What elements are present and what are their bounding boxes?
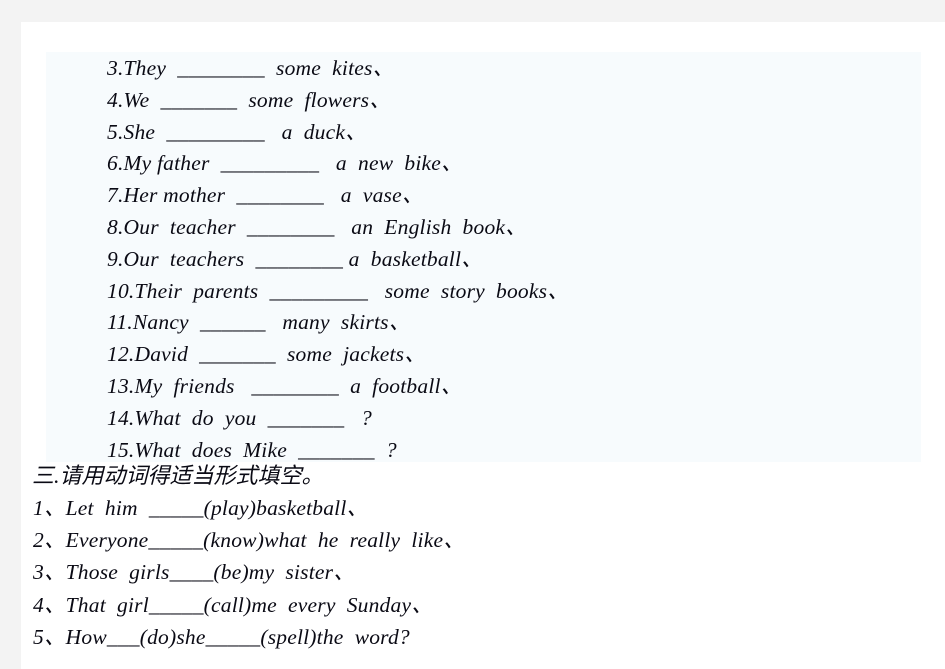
exercise-line: 9.Our teachers ________ a basketball、 xyxy=(107,246,483,271)
scan-edge-left xyxy=(0,22,21,669)
section-heading: 三.请用动词得适当形式填空。 xyxy=(32,463,324,488)
fill-in-line: 3、Those girls____(be)my sister、 xyxy=(33,560,355,585)
exercise-line: 8.Our teacher ________ an English book、 xyxy=(107,214,527,239)
exercise-line: 3.They ________ some kites、 xyxy=(107,56,395,80)
exercise-line: 14.What do you _______ ? xyxy=(107,405,372,430)
exercise-line: 11.Nancy ______ many skirts、 xyxy=(107,310,411,335)
exercise-line: 10.Their parents _________ some story bo… xyxy=(107,278,569,303)
fill-in-line: 2、Everyone_____(know)what he really like… xyxy=(33,528,465,553)
scan-edge-top xyxy=(0,0,945,22)
exercise-line: 4.We _______ some flowers、 xyxy=(107,87,391,112)
fill-in-line: 1、Let him _____(play)basketball、 xyxy=(33,496,369,520)
exercise-line: 12.David _______ some jackets、 xyxy=(107,342,426,367)
fill-in-line: 5、How___(do)she_____(spell)the word? xyxy=(33,624,410,649)
document-page: 3.They ________ some kites、 4.We _______… xyxy=(0,0,945,669)
fill-in-line: 4、That girl_____(call)me every Sunday、 xyxy=(33,592,433,617)
exercise-block: 3.They ________ some kites、 4.We _______… xyxy=(107,53,907,466)
exercise-line: 13.My friends ________ a football、 xyxy=(107,373,463,398)
fill-in-block: 1、Let him _____(play)basketball、 2、Every… xyxy=(33,492,913,653)
exercise-line: 6.My father _________ a new bike、 xyxy=(107,151,463,176)
exercise-line: 5.She _________ a duck、 xyxy=(107,119,367,144)
exercise-line: 7.Her mother ________ a vase、 xyxy=(107,183,424,208)
